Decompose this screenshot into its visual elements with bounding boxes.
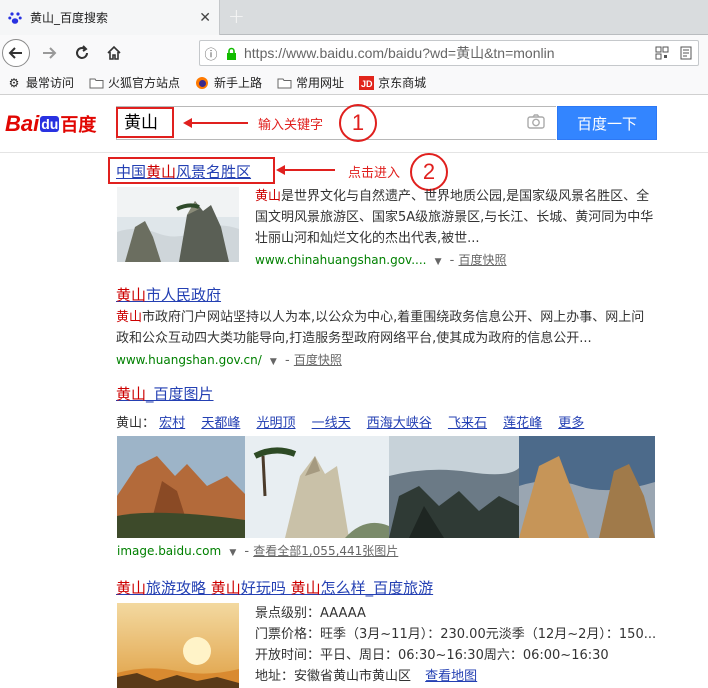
tag-lianhuafeng[interactable]: 莲花峰 xyxy=(503,416,542,431)
result4-thumbnail[interactable] xyxy=(117,603,239,688)
tag-guangmingding[interactable]: 光明顶 xyxy=(256,416,295,431)
result2-cite: www.huangshan.gov.cn/ xyxy=(116,353,262,367)
tag-yixiantian[interactable]: 一线天 xyxy=(312,416,351,431)
view-map-link[interactable]: 查看地图 xyxy=(425,669,477,684)
firefox-icon xyxy=(194,76,210,90)
forward-arrow-icon xyxy=(43,47,57,59)
result1-title-link[interactable]: 中国黄山风景名胜区 xyxy=(116,163,251,181)
jd-icon: JD xyxy=(358,75,374,90)
back-arrow-icon xyxy=(8,47,22,59)
search-button[interactable]: 百度一下 xyxy=(557,106,657,140)
new-tab-icon[interactable]: + xyxy=(228,4,245,28)
close-tab-icon[interactable]: ✕ xyxy=(199,10,211,26)
result2-snapshot-link[interactable]: 百度快照 xyxy=(294,353,342,367)
tab-bar: 黄山_百度搜索 ✕ + xyxy=(0,0,708,35)
bookmark-most-visited[interactable]: ⚙ 最常访问 xyxy=(6,74,74,91)
tag-tiandufeng[interactable]: 天都峰 xyxy=(201,416,240,431)
result3-cite: image.baidu.com xyxy=(117,544,222,558)
annotation-arrow-2 xyxy=(276,165,335,175)
home-button[interactable] xyxy=(103,42,125,64)
back-button[interactable] xyxy=(2,39,30,67)
bookmark-common-sites[interactable]: 常用网址 xyxy=(276,74,344,91)
dropdown-arrow-icon[interactable]: ▼ xyxy=(270,357,277,367)
baidu-paw-icon xyxy=(8,11,22,24)
result-3: 黄山_百度图片 黄山： 宏村 天都峰 光明顶 一线天 西海大峡谷 飞来石 莲花峰… xyxy=(116,383,676,431)
tag-hongcun[interactable]: 宏村 xyxy=(159,416,185,431)
result1-thumbnail[interactable] xyxy=(117,187,239,262)
search-input-highlight xyxy=(116,107,174,138)
folder-icon xyxy=(88,76,104,90)
url-text[interactable]: https://www.baidu.com/baidu?wd=黄山&tn=mon… xyxy=(240,43,650,63)
result-2: 黄山市人民政府 黄山市政府门户网站坚持以人为本,以公众为中心,着重围绕政务信息公… xyxy=(116,286,645,368)
url-bar[interactable]: ⓘ https://www.baidu.com/baidu?wd=黄山&tn=m… xyxy=(199,40,699,66)
bookmark-jd-mall[interactable]: JD 京东商城 xyxy=(358,74,426,91)
image-thumb-3[interactable] xyxy=(389,436,519,538)
reload-button[interactable] xyxy=(71,42,93,64)
forward-button[interactable] xyxy=(38,42,60,64)
view-all-images-link[interactable]: 查看全部1,055,441张图片 xyxy=(253,544,398,558)
qr-code-icon[interactable] xyxy=(650,46,674,60)
home-icon xyxy=(107,45,121,60)
camera-icon[interactable] xyxy=(527,114,545,133)
annotation-step1-text: 输入关键字 xyxy=(258,118,324,133)
baidu-logo[interactable]: Bai du 百度 xyxy=(5,106,96,142)
annotation-arrow-1 xyxy=(183,118,248,128)
svg-text:JD: JD xyxy=(361,79,373,89)
lock-icon xyxy=(222,47,240,60)
bookmark-getting-started[interactable]: 新手上路 xyxy=(194,74,262,91)
result1-abstract: 黄山是世界文化与自然遗产、世界地质公园,是国家级风景名胜区、全 国文明风景旅游区… xyxy=(255,189,654,268)
annotation-step2-text: 点击进入 xyxy=(348,166,401,181)
result1-cite: www.chinahuangshan.gov.... xyxy=(255,253,427,267)
image-tags: 黄山： 宏村 天都峰 光明顶 一线天 西海大峡谷 飞来石 莲花峰 更多 xyxy=(116,416,585,431)
tab-title: 黄山_百度搜索 xyxy=(30,11,109,25)
dropdown-arrow-icon[interactable]: ▼ xyxy=(435,257,442,267)
bookmark-firefox-official[interactable]: 火狐官方站点 xyxy=(88,74,180,91)
tag-more[interactable]: 更多 xyxy=(558,416,584,431)
result-1: 中国黄山风景名胜区 xyxy=(116,161,251,182)
image-thumb-1[interactable] xyxy=(117,436,245,538)
bookmarks-bar: ⚙ 最常访问 火狐官方站点 新手上路 常用网址 JD 京东商城 xyxy=(0,71,708,95)
tag-feilaishi[interactable]: 飞来石 xyxy=(448,416,487,431)
gear-icon: ⚙ xyxy=(8,75,20,90)
image-strip xyxy=(117,436,655,538)
reload-icon xyxy=(76,45,88,59)
tag-xihai-canyon[interactable]: 西海大峡谷 xyxy=(367,416,432,431)
result1-snapshot-link[interactable]: 百度快照 xyxy=(459,253,507,267)
image-result-footer: image.baidu.com ▼ - 查看全部1,055,441张图片 xyxy=(117,544,399,559)
dropdown-arrow-icon[interactable]: ▼ xyxy=(229,548,236,558)
result4-title-link[interactable]: 黄山旅游攻略 黄山好玩吗 黄山怎么样_百度旅游 xyxy=(116,579,433,597)
info-icon[interactable]: ⓘ xyxy=(200,44,222,63)
result2-title-link[interactable]: 黄山市人民政府 xyxy=(116,286,221,304)
reader-view-icon[interactable] xyxy=(674,46,698,60)
result4-info: 景点级别：AAAAA 门票价格：旺季（3月~11月）：230.00元淡季（12月… xyxy=(255,606,657,684)
result-4: 黄山旅游攻略 黄山好玩吗 黄山怎么样_百度旅游 xyxy=(116,577,676,598)
annotation-step1-number: 1 xyxy=(339,104,377,142)
folder-icon xyxy=(276,76,292,90)
image-thumb-2[interactable] xyxy=(245,436,389,538)
result3-title-link[interactable]: 黄山_百度图片 xyxy=(116,385,214,403)
image-thumb-4[interactable] xyxy=(519,436,655,538)
browser-tab[interactable]: 黄山_百度搜索 ✕ xyxy=(0,0,220,35)
